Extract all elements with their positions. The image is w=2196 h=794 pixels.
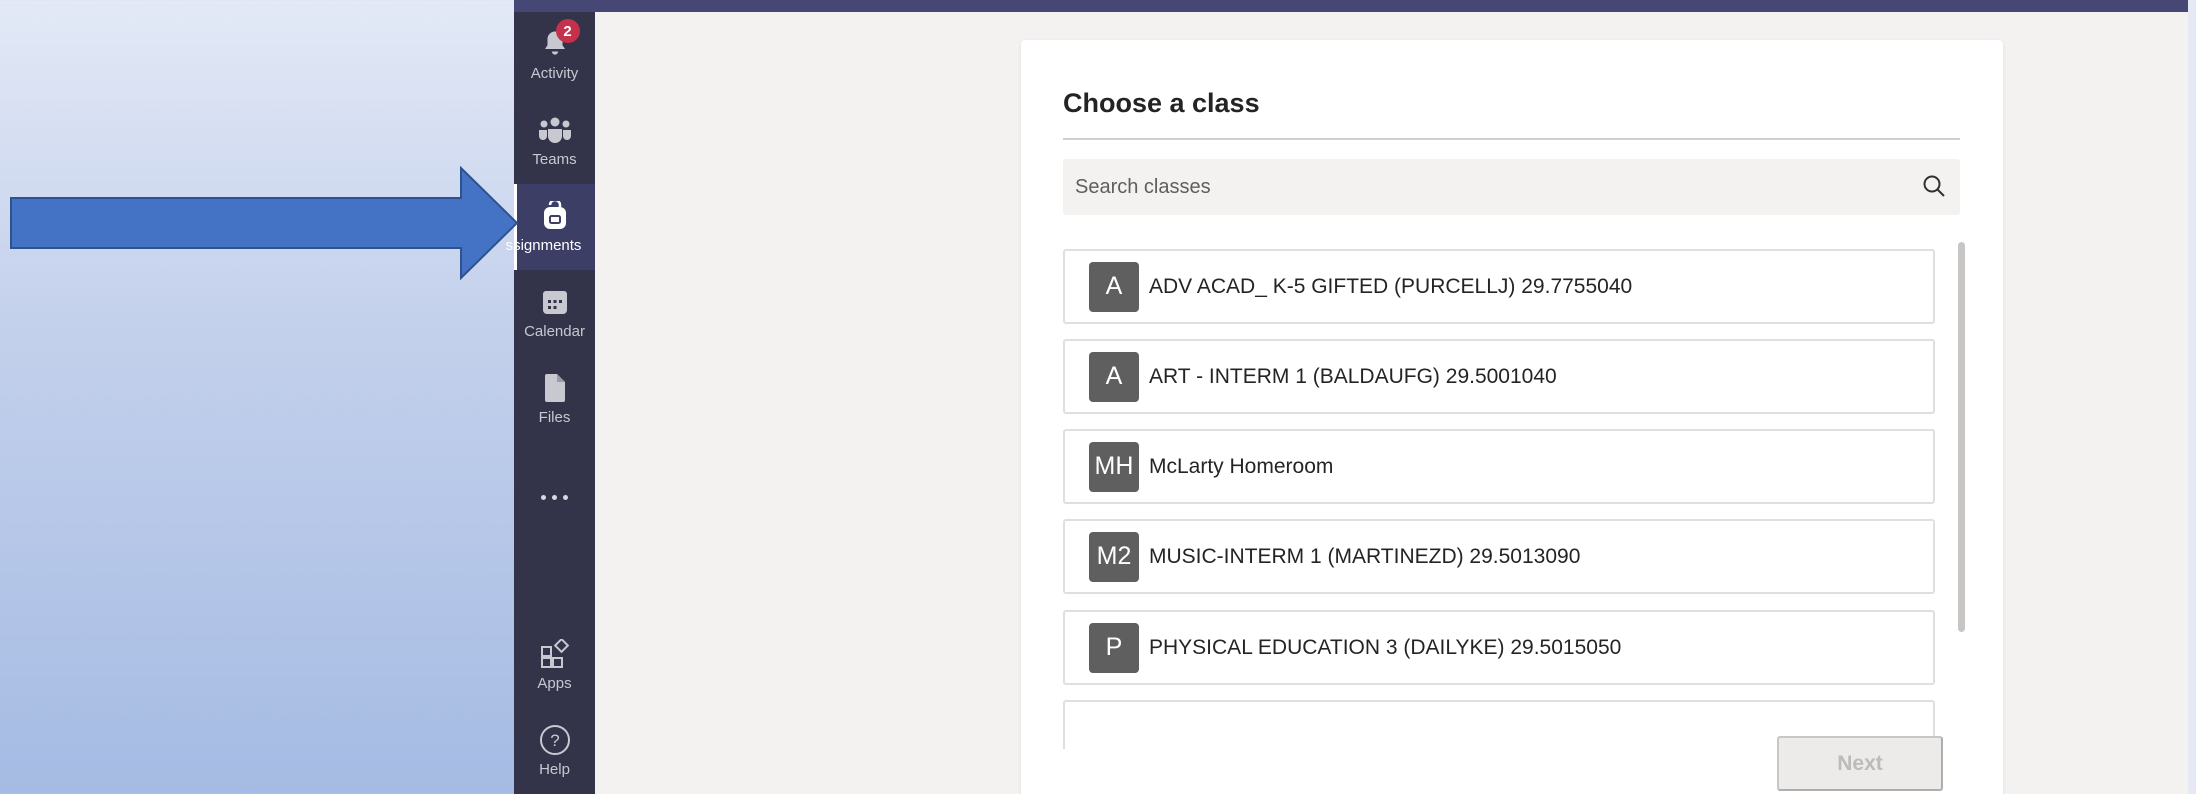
backpack-icon	[538, 199, 572, 233]
teams-app: 2 Activity Teams ssignments Calendar Fil…	[506, 0, 2196, 794]
teams-icon	[538, 113, 572, 147]
class-avatar: A	[1089, 351, 1139, 402]
class-list: A ADV ACAD_ K-5 GIFTED (PURCELLJ) 29.775…	[1063, 249, 1935, 749]
class-avatar: P	[1089, 622, 1139, 673]
class-name: MUSIC-INTERM 1 (MARTINEZD) 29.5013090	[1149, 544, 1581, 568]
search-placeholder: Search classes	[1075, 175, 1211, 198]
title-divider	[1063, 138, 1960, 140]
class-list-item[interactable]: A ADV ACAD_ K-5 GIFTED (PURCELLJ) 29.775…	[1063, 249, 1935, 324]
rail-item-help[interactable]: ? Help	[514, 708, 595, 794]
class-list-item[interactable]: A ART - INTERM 1 (BALDAUFG) 29.5001040	[1063, 339, 1935, 414]
file-icon	[538, 371, 572, 405]
class-name: ART - INTERM 1 (BALDAUFG) 29.5001040	[1149, 364, 1557, 388]
apps-icon	[538, 637, 572, 671]
rail-item-files[interactable]: Files	[514, 356, 595, 442]
class-avatar: MH	[1089, 441, 1139, 492]
class-avatar: A	[1089, 261, 1139, 312]
rail-label-files: Files	[538, 409, 571, 426]
rail-label-help: Help	[539, 761, 570, 778]
rail-item-teams[interactable]: Teams	[514, 98, 595, 184]
rail-item-activity[interactable]: 2 Activity	[514, 12, 595, 98]
dialog-title: Choose a class	[1063, 88, 1260, 118]
window-edge	[2188, 0, 2196, 794]
class-name: PHYSICAL EDUCATION 3 (DAILYKE) 29.501505…	[1149, 635, 1622, 659]
rail-label-calendar: Calendar	[524, 323, 585, 340]
rail-item-assignments[interactable]: ssignments	[506, 184, 595, 270]
choose-class-dialog: Choose a class Search classes A ADV ACAD…	[1021, 40, 2003, 794]
class-list-item[interactable]: P PHYSICAL EDUCATION 3 (DAILYKE) 29.5015…	[1063, 610, 1935, 685]
more-icon[interactable]	[514, 480, 595, 514]
arrow-annotation	[10, 166, 518, 280]
next-button[interactable]: Next	[1777, 736, 1943, 791]
class-avatar: M2	[1089, 531, 1139, 582]
rail-item-calendar[interactable]: Calendar	[514, 270, 595, 356]
search-input[interactable]: Search classes	[1063, 159, 1960, 215]
rail-label-activity: Activity	[530, 65, 579, 82]
class-list-item[interactable]: MH McLarty Homeroom	[1063, 429, 1935, 504]
title-bar	[514, 0, 2196, 12]
notification-badge: 2	[555, 19, 580, 43]
rail-label-apps: Apps	[537, 675, 572, 692]
calendar-icon	[538, 285, 572, 319]
svg-text:?: ?	[550, 731, 559, 750]
class-list-item[interactable]: M2 MUSIC-INTERM 1 (MARTINEZD) 29.5013090	[1063, 519, 1935, 594]
app-rail: 2 Activity Teams ssignments Calendar Fil…	[506, 12, 595, 794]
list-scrollbar[interactable]	[1958, 242, 1965, 632]
rail-label-teams: Teams	[532, 151, 577, 168]
bell-icon: 2	[538, 19, 580, 61]
class-name: ADV ACAD_ K-5 GIFTED (PURCELLJ) 29.77550…	[1149, 274, 1633, 298]
class-name: McLarty Homeroom	[1149, 454, 1334, 478]
help-icon: ?	[538, 723, 572, 757]
search-icon[interactable]	[1920, 173, 1948, 201]
rail-item-apps[interactable]: Apps	[514, 622, 595, 708]
